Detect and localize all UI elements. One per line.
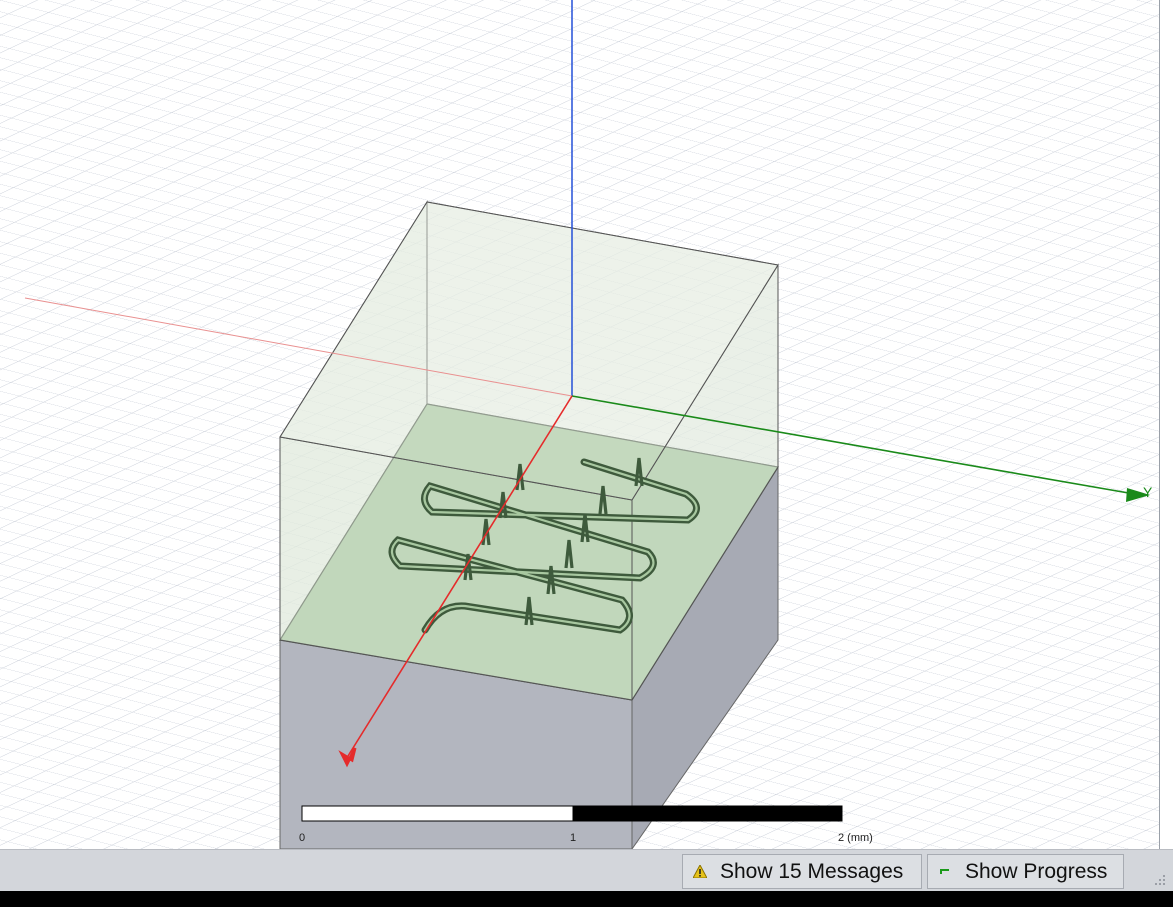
show-progress-button[interactable]: Show Progress	[927, 854, 1124, 889]
window-bottom-edge	[0, 891, 1173, 907]
model-scene[interactable]: Y	[0, 0, 1159, 849]
scale-bar	[301, 805, 843, 822]
show-progress-label: Show Progress	[965, 859, 1108, 883]
3d-viewport[interactable]: Y 0 1 2 (mm)	[0, 0, 1159, 849]
scale-label-1: 1	[570, 832, 577, 844]
status-bar: Show 15 Messages Show Progress	[0, 849, 1173, 891]
y-axis-label: Y	[1143, 484, 1153, 500]
scale-label-0: 0	[299, 832, 306, 844]
scale-label-2: 2 (mm)	[838, 832, 873, 844]
show-messages-button[interactable]: Show 15 Messages	[682, 854, 922, 889]
resize-grip-icon[interactable]	[1153, 873, 1167, 887]
viewport-right-border	[1159, 0, 1173, 849]
progress-icon	[937, 864, 953, 880]
warning-icon	[692, 864, 708, 880]
show-messages-label: Show 15 Messages	[720, 859, 904, 883]
